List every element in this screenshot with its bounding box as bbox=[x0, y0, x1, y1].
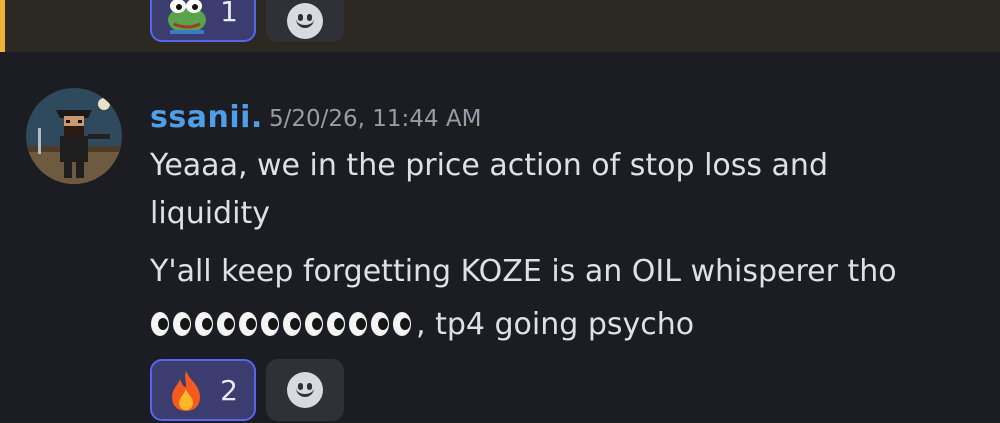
message-line-4: , tp4 going psycho bbox=[150, 305, 694, 345]
eyes-emoji-icon bbox=[282, 309, 304, 337]
timestamp: 5/20/26, 11:44 AM bbox=[269, 106, 482, 132]
add-reaction-button[interactable] bbox=[266, 0, 344, 42]
eyes-emoji-icon bbox=[260, 309, 282, 337]
eyes-emoji-icon bbox=[326, 309, 348, 337]
username[interactable]: ssanii. bbox=[150, 100, 263, 135]
eyes-emoji-icon bbox=[348, 309, 370, 337]
eyes-emoji-icon bbox=[216, 309, 238, 337]
eyes-emoji-icon bbox=[304, 309, 326, 337]
eyes-emoji-icon bbox=[172, 309, 194, 337]
reaction-count: 2 bbox=[220, 373, 238, 407]
message-text-suffix: , tp4 going psycho bbox=[416, 307, 695, 342]
message-line-1: Yeaaa, we in the price action of stop lo… bbox=[150, 148, 828, 183]
eyes-emoji-icon bbox=[370, 309, 392, 337]
smiley-icon bbox=[287, 3, 323, 39]
frog-sticker-icon bbox=[168, 0, 206, 34]
fire-icon bbox=[172, 371, 200, 411]
avatar[interactable] bbox=[26, 88, 122, 184]
message-line-2: liquidity bbox=[150, 196, 270, 231]
message-line-3: Y'all keep forgetting KOZE is an OIL whi… bbox=[150, 254, 897, 289]
mention-accent-bar bbox=[0, 0, 5, 52]
add-reaction-button[interactable] bbox=[266, 359, 344, 421]
eyes-emoji-icon bbox=[238, 309, 260, 337]
reaction-fire[interactable]: 2 bbox=[150, 359, 256, 421]
eyes-emoji-icon bbox=[150, 309, 172, 337]
reaction-frog[interactable]: 1 bbox=[150, 0, 256, 42]
eyes-emoji-group bbox=[150, 309, 414, 341]
smiley-icon bbox=[287, 372, 323, 408]
pirate-avatar-icon bbox=[26, 88, 122, 184]
reaction-count: 1 bbox=[220, 0, 238, 28]
eyes-emoji-icon bbox=[392, 309, 414, 337]
eyes-emoji-icon bbox=[194, 309, 216, 337]
